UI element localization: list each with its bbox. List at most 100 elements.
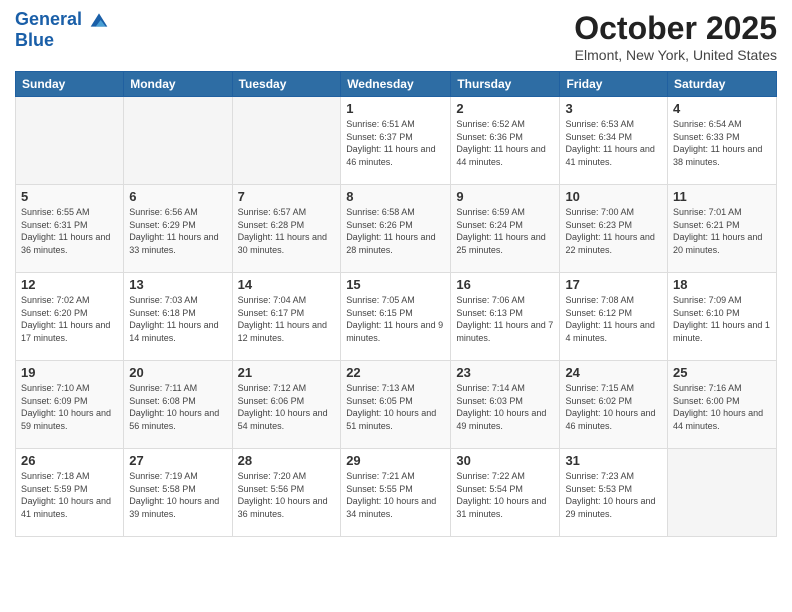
col-sunday: Sunday — [16, 72, 124, 97]
table-row: 25 Sunrise: 7:16 AMSunset: 6:00 PMDayligh… — [668, 361, 777, 449]
col-thursday: Thursday — [451, 72, 560, 97]
day-info: Sunrise: 7:14 AMSunset: 6:03 PMDaylight:… — [456, 382, 554, 432]
table-row: 22Sunrise: 7:13 AMSunset: 6:05 PMDayligh… — [341, 361, 451, 449]
table-row: 14 Sunrise: 7:04 AMSunset: 6:17 PMDayligh… — [232, 273, 341, 361]
calendar-header-row: Sunday Monday Tuesday Wednesday Thursday… — [16, 72, 777, 97]
table-row: 4 Sunrise: 6:54 AMSunset: 6:33 PMDaylight… — [668, 97, 777, 185]
table-row: 30 Sunrise: 7:22 AMSunset: 5:54 PMDayligh… — [451, 449, 560, 537]
page-header: General Blue October 2025 Elmont, New Yo… — [15, 10, 777, 63]
day-number: 14 — [238, 277, 336, 292]
table-row: 5Sunrise: 6:55 AMSunset: 6:31 PMDaylight… — [16, 185, 124, 273]
day-info: Sunrise: 7:23 AMSunset: 5:53 PMDaylight:… — [565, 470, 662, 520]
day-number: 21 — [238, 365, 336, 380]
day-number: 4 — [673, 101, 771, 116]
day-info: Sunrise: 6:56 AMSunset: 6:29 PMDaylight:… — [129, 206, 226, 256]
table-row: 24 Sunrise: 7:15 AMSunset: 6:02 PMDayligh… — [560, 361, 668, 449]
col-tuesday: Tuesday — [232, 72, 341, 97]
table-row: 8 Sunrise: 6:58 AMSunset: 6:26 PMDaylight… — [341, 185, 451, 273]
logo-text: General — [15, 10, 109, 30]
day-info: Sunrise: 7:09 AMSunset: 6:10 PMDaylight:… — [673, 294, 771, 344]
day-number: 20 — [129, 365, 226, 380]
table-row: 18 Sunrise: 7:09 AMSunset: 6:10 PMDayligh… — [668, 273, 777, 361]
calendar-week-row: 1Sunrise: 6:51 AMSunset: 6:37 PMDaylight… — [16, 97, 777, 185]
calendar-week-row: 12 Sunrise: 7:02 AMSunset: 6:20 PMDayligh… — [16, 273, 777, 361]
day-number: 23 — [456, 365, 554, 380]
month-title: October 2025 — [574, 10, 777, 47]
day-info: Sunrise: 7:18 AMSunset: 5:59 PMDaylight:… — [21, 470, 118, 520]
day-info: Sunrise: 6:52 AMSunset: 6:36 PMDaylight:… — [456, 118, 554, 168]
day-info: Sunrise: 6:57 AMSunset: 6:28 PMDaylight:… — [238, 206, 336, 256]
day-info: Sunrise: 6:59 AMSunset: 6:24 PMDaylight:… — [456, 206, 554, 256]
calendar-week-row: 5Sunrise: 6:55 AMSunset: 6:31 PMDaylight… — [16, 185, 777, 273]
day-number: 1 — [346, 101, 445, 116]
day-number: 16 — [456, 277, 554, 292]
table-row: 7 Sunrise: 6:57 AMSunset: 6:28 PMDaylight… — [232, 185, 341, 273]
table-row: 13Sunrise: 7:03 AMSunset: 6:18 PMDayligh… — [124, 273, 232, 361]
table-row: 19Sunrise: 7:10 AMSunset: 6:09 PMDayligh… — [16, 361, 124, 449]
day-info: Sunrise: 7:15 AMSunset: 6:02 PMDaylight:… — [565, 382, 662, 432]
table-row: 20 Sunrise: 7:11 AMSunset: 6:08 PMDayligh… — [124, 361, 232, 449]
calendar-week-row: 19Sunrise: 7:10 AMSunset: 6:09 PMDayligh… — [16, 361, 777, 449]
day-number: 3 — [565, 101, 662, 116]
day-info: Sunrise: 7:04 AMSunset: 6:17 PMDaylight:… — [238, 294, 336, 344]
table-row: 28Sunrise: 7:20 AMSunset: 5:56 PMDayligh… — [232, 449, 341, 537]
day-number: 17 — [565, 277, 662, 292]
calendar-week-row: 26 Sunrise: 7:18 AMSunset: 5:59 PMDayligh… — [16, 449, 777, 537]
day-number: 10 — [565, 189, 662, 204]
table-row: 2 Sunrise: 6:52 AMSunset: 6:36 PMDaylight… — [451, 97, 560, 185]
table-row — [124, 97, 232, 185]
logo-blue: Blue — [15, 30, 109, 51]
table-row: 1Sunrise: 6:51 AMSunset: 6:37 PMDaylight… — [341, 97, 451, 185]
day-info: Sunrise: 7:06 AMSunset: 6:13 PMDaylight:… — [456, 294, 554, 344]
day-info: Sunrise: 7:21 AMSunset: 5:55 PMDaylight:… — [346, 470, 445, 520]
day-number: 31 — [565, 453, 662, 468]
table-row: 6 Sunrise: 6:56 AMSunset: 6:29 PMDaylight… — [124, 185, 232, 273]
day-number: 24 — [565, 365, 662, 380]
day-number: 9 — [456, 189, 554, 204]
table-row: 21Sunrise: 7:12 AMSunset: 6:06 PMDayligh… — [232, 361, 341, 449]
day-info: Sunrise: 6:58 AMSunset: 6:26 PMDaylight:… — [346, 206, 445, 256]
col-monday: Monday — [124, 72, 232, 97]
table-row: 31 Sunrise: 7:23 AMSunset: 5:53 PMDayligh… — [560, 449, 668, 537]
col-saturday: Saturday — [668, 72, 777, 97]
col-friday: Friday — [560, 72, 668, 97]
table-row: 15Sunrise: 7:05 AMSunset: 6:15 PMDayligh… — [341, 273, 451, 361]
page-container: General Blue October 2025 Elmont, New Yo… — [0, 0, 792, 612]
calendar-table: Sunday Monday Tuesday Wednesday Thursday… — [15, 71, 777, 537]
day-number: 7 — [238, 189, 336, 204]
day-number: 30 — [456, 453, 554, 468]
day-info: Sunrise: 7:16 AMSunset: 6:00 PMDaylight:… — [673, 382, 771, 432]
title-section: October 2025 Elmont, New York, United St… — [574, 10, 777, 63]
day-info: Sunrise: 6:53 AMSunset: 6:34 PMDaylight:… — [565, 118, 662, 168]
day-number: 8 — [346, 189, 445, 204]
day-info: Sunrise: 7:22 AMSunset: 5:54 PMDaylight:… — [456, 470, 554, 520]
day-number: 25 — [673, 365, 771, 380]
day-info: Sunrise: 7:02 AMSunset: 6:20 PMDaylight:… — [21, 294, 118, 344]
day-number: 6 — [129, 189, 226, 204]
day-number: 5 — [21, 189, 118, 204]
table-row — [16, 97, 124, 185]
table-row: 23 Sunrise: 7:14 AMSunset: 6:03 PMDayligh… — [451, 361, 560, 449]
day-number: 27 — [129, 453, 226, 468]
day-number: 2 — [456, 101, 554, 116]
day-number: 11 — [673, 189, 771, 204]
day-number: 26 — [21, 453, 118, 468]
day-info: Sunrise: 7:03 AMSunset: 6:18 PMDaylight:… — [129, 294, 226, 344]
location: Elmont, New York, United States — [574, 47, 777, 63]
col-wednesday: Wednesday — [341, 72, 451, 97]
table-row: 10 Sunrise: 7:00 AMSunset: 6:23 PMDayligh… — [560, 185, 668, 273]
day-number: 22 — [346, 365, 445, 380]
day-number: 29 — [346, 453, 445, 468]
table-row: 9 Sunrise: 6:59 AMSunset: 6:24 PMDaylight… — [451, 185, 560, 273]
logo: General Blue — [15, 10, 109, 51]
table-row: 3 Sunrise: 6:53 AMSunset: 6:34 PMDaylight… — [560, 97, 668, 185]
day-number: 12 — [21, 277, 118, 292]
day-info: Sunrise: 7:11 AMSunset: 6:08 PMDaylight:… — [129, 382, 226, 432]
table-row: 29 Sunrise: 7:21 AMSunset: 5:55 PMDayligh… — [341, 449, 451, 537]
day-info: Sunrise: 7:08 AMSunset: 6:12 PMDaylight:… — [565, 294, 662, 344]
day-info: Sunrise: 7:00 AMSunset: 6:23 PMDaylight:… — [565, 206, 662, 256]
day-number: 18 — [673, 277, 771, 292]
day-info: Sunrise: 6:54 AMSunset: 6:33 PMDaylight:… — [673, 118, 771, 168]
table-row: 26 Sunrise: 7:18 AMSunset: 5:59 PMDayligh… — [16, 449, 124, 537]
day-info: Sunrise: 7:01 AMSunset: 6:21 PMDaylight:… — [673, 206, 771, 256]
